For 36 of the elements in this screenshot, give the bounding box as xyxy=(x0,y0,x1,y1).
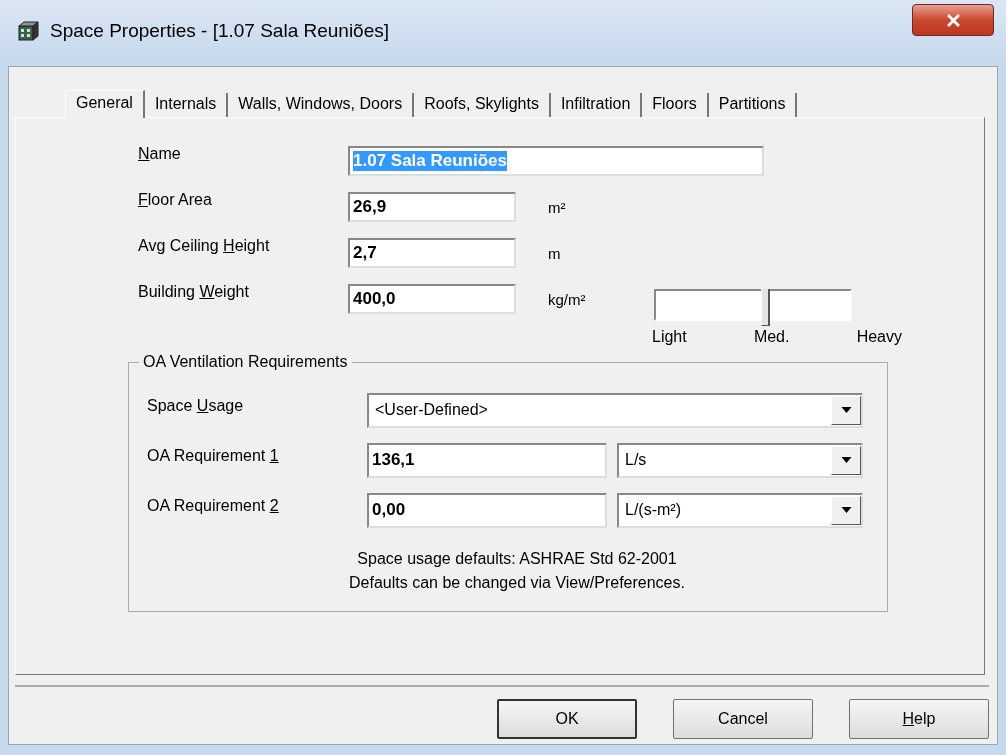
dropdown[interactable]: <User-Defined> xyxy=(367,392,863,428)
dropdown[interactable]: L/s xyxy=(617,442,863,478)
unit-label: m² xyxy=(548,198,567,216)
unit-label: m xyxy=(548,244,562,262)
note-text: Space usage defaults: ASHRAE Std 62-2001 xyxy=(357,549,677,569)
input-field[interactable]: 136,1 xyxy=(367,442,607,478)
close-button[interactable] xyxy=(912,4,994,36)
field-label: Building Weight xyxy=(138,283,250,301)
input-field[interactable]: 400,0 xyxy=(348,284,516,314)
dropdown-arrow-icon xyxy=(840,457,852,463)
group-title: OA Ventilation Requirements xyxy=(139,353,352,371)
dialog-button[interactable]: Help xyxy=(849,699,989,739)
input-field[interactable]: 0,00 xyxy=(367,492,607,528)
dialog-button[interactable]: OK xyxy=(497,699,637,739)
building-icon xyxy=(18,21,40,41)
window-title: Space Properties - [1.07 Sala Reuniões] xyxy=(50,20,390,42)
field-label: OA Requirement 2 xyxy=(147,497,280,515)
dropdown[interactable]: L/(s-m²) xyxy=(617,492,863,528)
slider-label: Heavy xyxy=(856,328,902,346)
dialog-button[interactable]: Cancel xyxy=(673,699,813,739)
field-label: Avg Ceiling Height xyxy=(138,237,271,255)
input-field[interactable]: 26,9 xyxy=(348,192,516,222)
note-text: Defaults can be changed via View/Preferences. xyxy=(349,573,685,593)
input-field[interactable]: 2,7 xyxy=(348,238,516,268)
field-label: OA Requirement 1 xyxy=(147,447,280,465)
field-label: Floor Area xyxy=(138,191,213,209)
field-label: Space Usage xyxy=(147,397,245,415)
tab[interactable]: General xyxy=(65,90,145,118)
close-icon xyxy=(946,13,960,27)
field-label: Name xyxy=(138,145,182,163)
dropdown-arrow-icon xyxy=(840,507,852,513)
dropdown-arrow-icon xyxy=(840,407,852,413)
slider-thumb[interactable] xyxy=(760,289,770,326)
slider-label: Light xyxy=(652,328,687,346)
slider-label: Med. xyxy=(753,328,790,346)
unit-label: kg/m² xyxy=(548,290,587,308)
